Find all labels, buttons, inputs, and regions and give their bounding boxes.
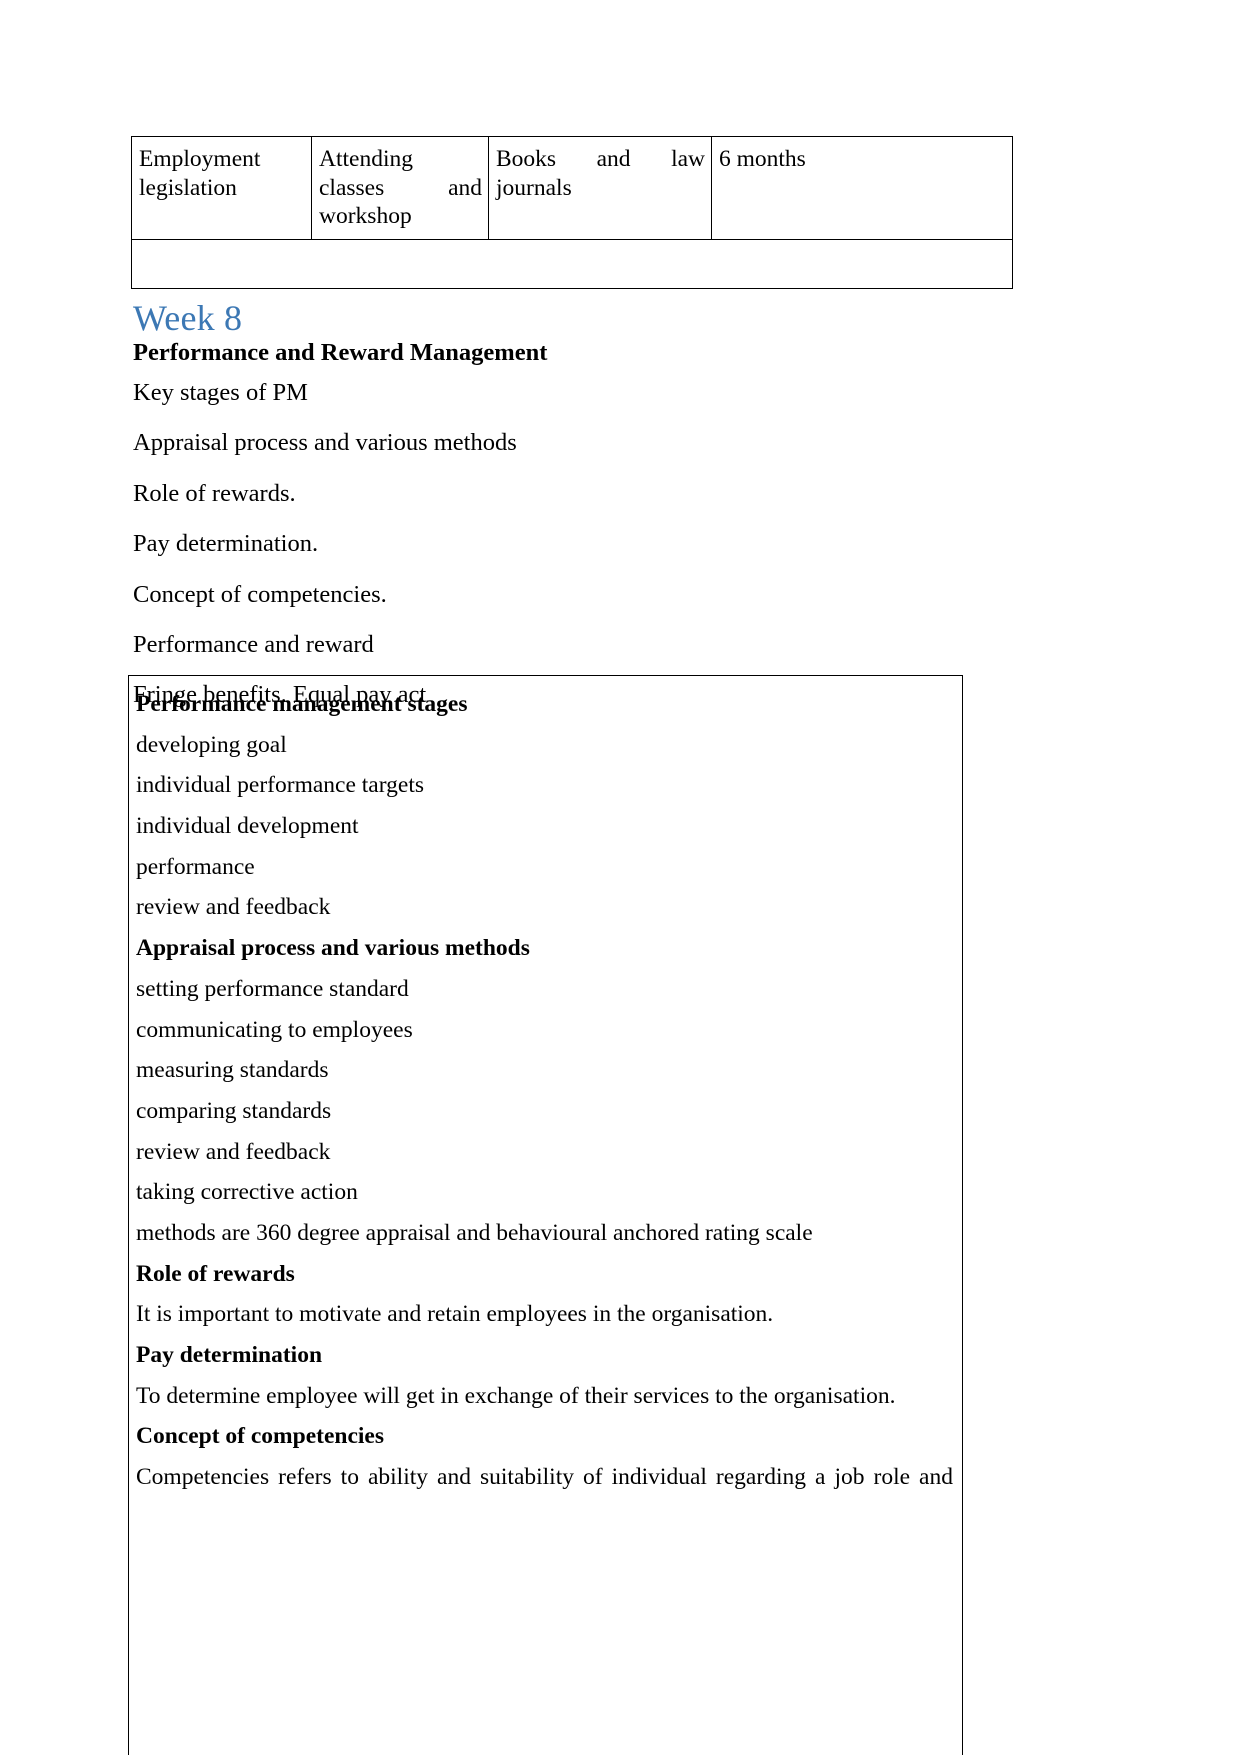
notes-line: measuring standards [136,1057,329,1084]
notes-line: review and feedback [136,1138,331,1165]
notes-line: review and feedback [136,894,331,921]
list-item: Concept of competencies. [133,580,387,608]
cell-line: 6 months [719,146,806,172]
training-plan-table: Employment legislation Attending classes… [131,136,1013,289]
notes-line: individual performance targets [136,772,424,799]
cell-line: Attending [319,146,413,172]
notes-line: methods are 360 degree appraisal and beh… [136,1219,813,1246]
notes-line: comparing standards [136,1097,332,1124]
list-item: Appraisal process and various methods [133,429,517,457]
list-item: Performance and reward [133,630,374,658]
notes-line: communicating to employees [136,1016,413,1043]
cell-line: workshop [319,203,412,230]
training-plan-table-wrapper: Employment legislation Attending classes… [131,136,1013,289]
notes-line: To determine employee will get in exchan… [136,1382,896,1409]
cell-line: Employment [139,146,261,172]
section-subtitle: Performance and Reward Management [133,339,548,366]
list-item: Role of rewards. [133,479,296,507]
notes-heading: Concept of competencies [136,1423,384,1450]
table-cell-method: Attending classes and workshop [311,136,489,240]
notes-line: individual development [136,813,359,840]
notes-heading: Appraisal process and various methods [136,935,530,962]
page-title: Week 8 [133,298,243,338]
cell-line: classes and [319,174,482,201]
notes-line: developing goal [136,731,287,758]
table-cell-resources: Books and law journals [488,136,712,240]
cell-line: journals [496,174,572,201]
table-cell-empty [131,238,1013,289]
notes-line: It is important to motivate and retain e… [136,1301,774,1328]
notes-line: taking corrective action [136,1179,358,1206]
list-item: Key stages of PM [133,379,308,406]
notes-box: Performance management stages developing… [128,675,963,1755]
table-row-empty [131,238,1013,289]
notes-heading: Pay determination [136,1342,323,1368]
notes-heading: Role of rewards [136,1260,295,1287]
list-item: Pay determination. [133,530,319,558]
table-cell-topic: Employment legislation [131,136,312,240]
table-row: Employment legislation Attending classes… [131,136,1013,240]
notes-heading: Performance management stages [136,691,468,717]
notes-line: Competencies refers to ability and suita… [136,1464,953,1491]
document-page: Employment legislation Attending classes… [0,0,1241,1755]
table-cell-duration: 6 months [711,136,1013,240]
notes-line: performance [136,853,255,880]
cell-line: Books and law [496,146,705,172]
cell-line: legislation [139,174,237,201]
notes-line: setting performance standard [136,975,409,1002]
notes-box-content: Performance management stages developing… [129,676,962,1491]
